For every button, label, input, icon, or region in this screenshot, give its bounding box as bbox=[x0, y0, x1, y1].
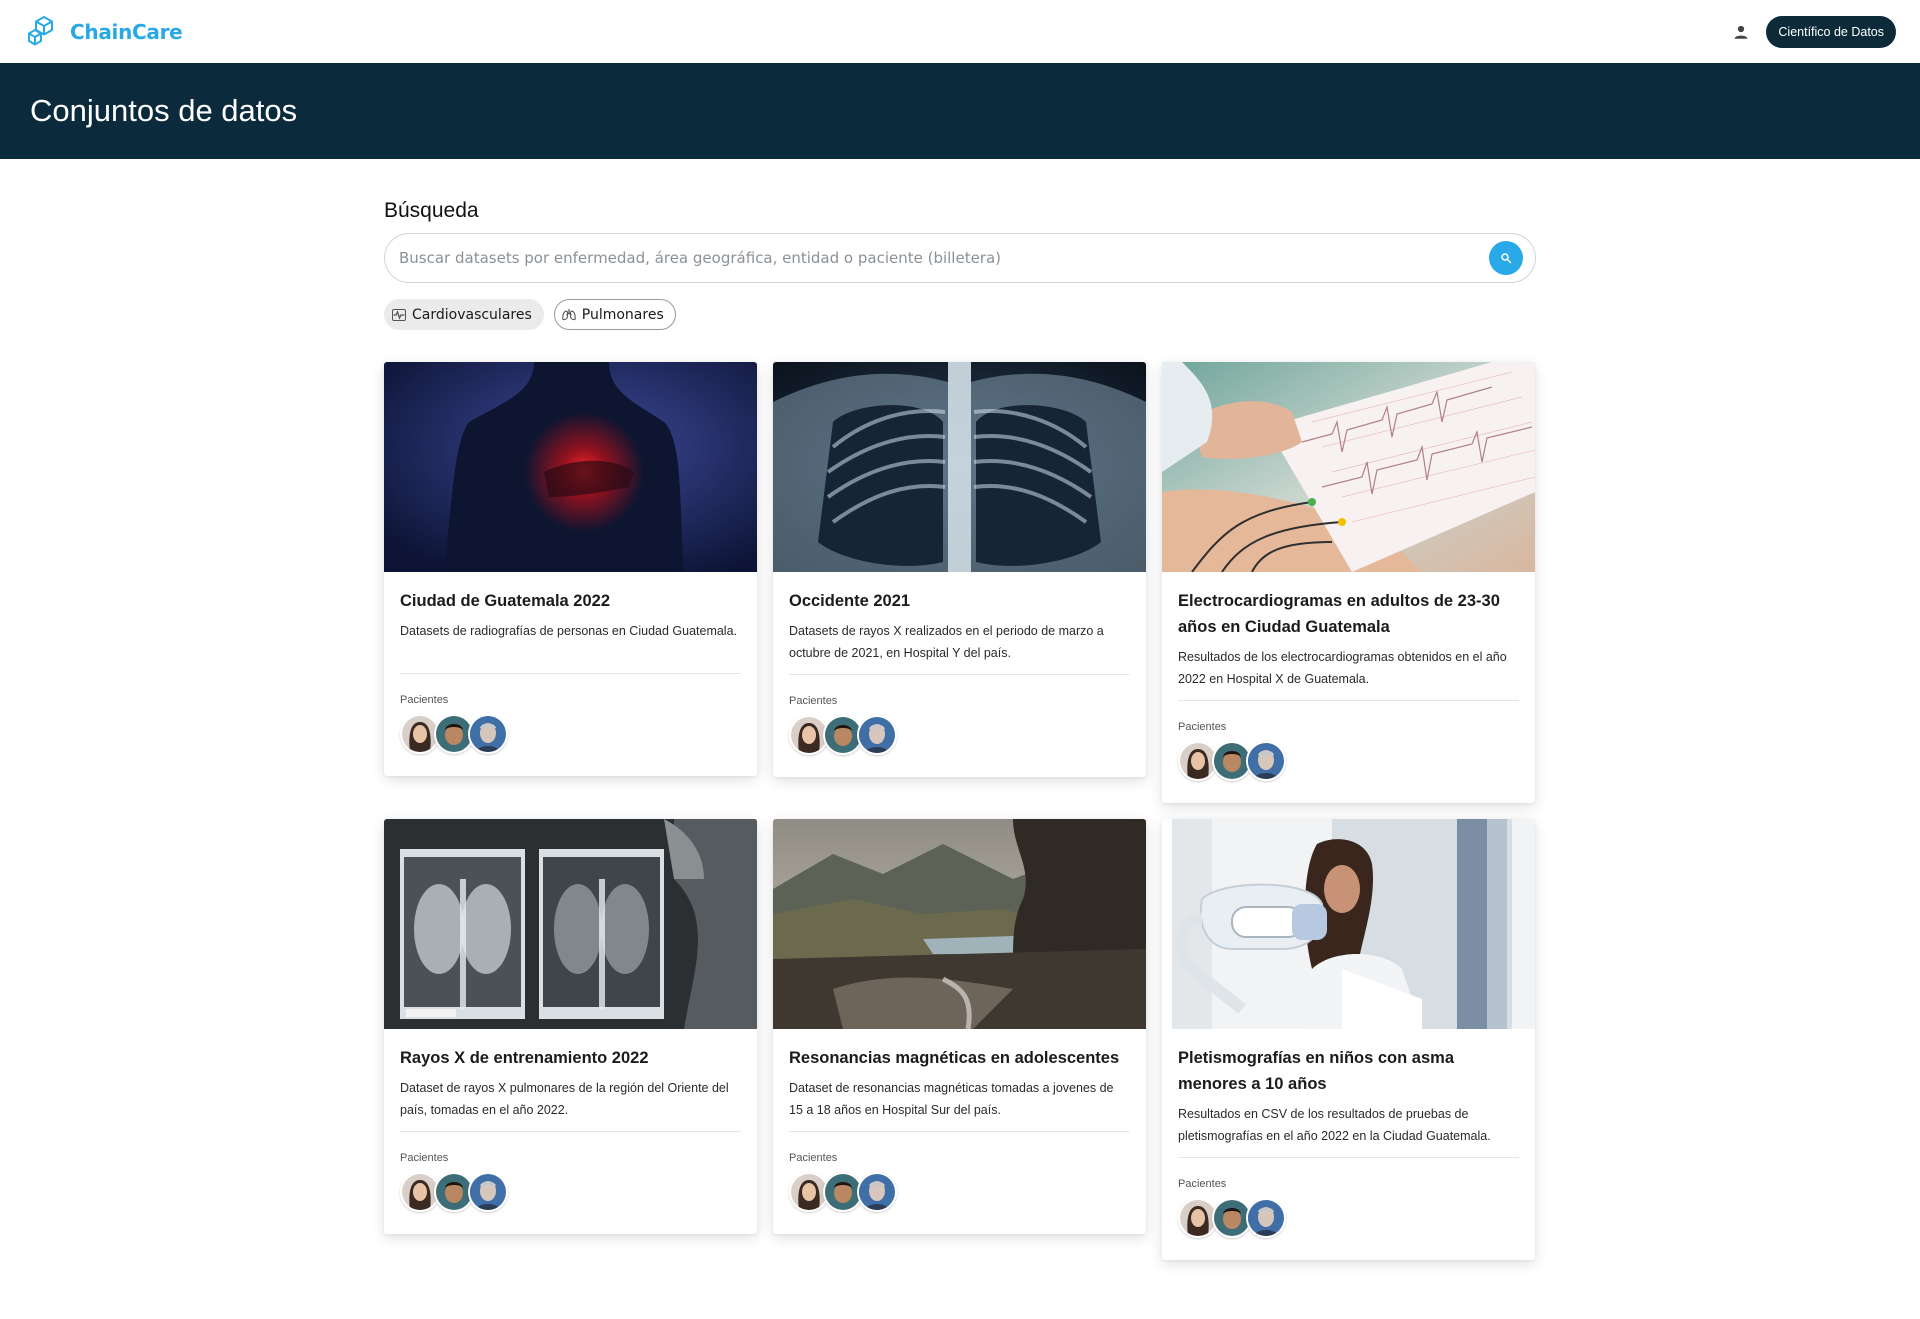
card-title: Rayos X de entrenamiento 2022 bbox=[400, 1049, 649, 1067]
mountain-lake-image bbox=[773, 819, 1146, 1029]
page-header: Conjuntos de datos bbox=[0, 63, 1920, 159]
chip-pulmonares[interactable]: Pulmonares bbox=[553, 299, 676, 330]
role-button[interactable]: Científico de Datos bbox=[1766, 15, 1896, 48]
patient-avatars bbox=[789, 715, 1130, 755]
brand-name: ChainCare bbox=[70, 19, 183, 44]
card-title: Ciudad de Guatemala 2022 bbox=[400, 592, 610, 610]
plethysmography-image bbox=[1162, 819, 1535, 1029]
top-navbar: ChainCare Científico de Datos bbox=[0, 0, 1920, 63]
card-description: Resultados en CSV de los resultados de p… bbox=[1178, 1103, 1519, 1158]
card-description: Dataset de rayos X pulmonares de la regi… bbox=[400, 1077, 741, 1132]
chip-label: Pulmonares bbox=[581, 306, 664, 323]
card-description: Datasets de rayos X realizados en el per… bbox=[789, 620, 1130, 675]
filter-chips: Cardiovasculares Pulmonares bbox=[384, 299, 1536, 330]
patient-avatars bbox=[400, 1172, 741, 1212]
dataset-card[interactable]: Occidente 2021 Datasets de rayos X reali… bbox=[773, 362, 1146, 777]
avatar[interactable] bbox=[857, 1172, 897, 1212]
dataset-card[interactable]: Electrocardiogramas en adultos de 23-30 … bbox=[1162, 362, 1535, 803]
avatar[interactable] bbox=[857, 715, 897, 755]
avatar[interactable] bbox=[1246, 1198, 1286, 1238]
xray-viewer-image bbox=[384, 819, 757, 1029]
card-title: Resonancias magnéticas en adolescentes bbox=[789, 1049, 1120, 1067]
main-content: Búsqueda Cardiovasculares Pulmonares bbox=[384, 159, 1536, 1260]
patient-avatars bbox=[1178, 741, 1519, 781]
brand[interactable]: ChainCare bbox=[24, 14, 183, 50]
patient-avatars bbox=[1178, 1198, 1519, 1238]
dataset-grid: Ciudad de Guatemala 2022 Datasets de rad… bbox=[384, 362, 1536, 1260]
search-input[interactable] bbox=[399, 249, 1489, 267]
search-icon bbox=[1501, 253, 1512, 264]
lungs-icon bbox=[562, 309, 576, 321]
search-button[interactable] bbox=[1489, 241, 1523, 275]
avatar[interactable] bbox=[1246, 741, 1286, 781]
patients-label: Pacientes bbox=[400, 694, 449, 706]
patients-label: Pacientes bbox=[400, 1152, 449, 1164]
card-description: Dataset de resonancias magnéticas tomada… bbox=[789, 1077, 1130, 1132]
avatar[interactable] bbox=[468, 714, 508, 754]
card-description: Datasets de radiografías de personas en … bbox=[400, 620, 741, 674]
patients-label: Pacientes bbox=[1178, 1178, 1227, 1190]
card-title: Electrocardiogramas en adultos de 23-30 … bbox=[1178, 592, 1500, 636]
user-icon[interactable] bbox=[1730, 21, 1752, 43]
chip-label: Cardiovasculares bbox=[412, 306, 532, 323]
search-title: Búsqueda bbox=[384, 199, 479, 222]
card-description: Resultados de los electrocardiogramas ob… bbox=[1178, 646, 1519, 701]
avatar[interactable] bbox=[468, 1172, 508, 1212]
chest-xray-image bbox=[773, 362, 1146, 572]
patients-label: Pacientes bbox=[789, 695, 838, 707]
patient-avatars bbox=[400, 714, 741, 754]
patients-label: Pacientes bbox=[789, 1152, 838, 1164]
page-title: Conjuntos de datos bbox=[30, 93, 298, 128]
dataset-card[interactable]: Rayos X de entrenamiento 2022 Dataset de… bbox=[384, 819, 757, 1234]
chaincare-logo-icon bbox=[28, 15, 53, 45]
card-title: Occidente 2021 bbox=[789, 592, 911, 610]
chip-cardiovasculares[interactable]: Cardiovasculares bbox=[384, 299, 544, 330]
dataset-card[interactable]: Ciudad de Guatemala 2022 Datasets de rad… bbox=[384, 362, 757, 776]
patients-label: Pacientes bbox=[1178, 721, 1227, 733]
chest-pain-image bbox=[384, 362, 757, 572]
card-title: Pletismografías en niños con asma menore… bbox=[1178, 1049, 1455, 1093]
search-bar bbox=[384, 233, 1536, 283]
ecg-image bbox=[1162, 362, 1535, 572]
dataset-card[interactable]: Pletismografías en niños con asma menore… bbox=[1162, 819, 1535, 1260]
patient-avatars bbox=[789, 1172, 1130, 1212]
cardio-icon bbox=[392, 308, 406, 321]
dataset-card[interactable]: Resonancias magnéticas en adolescentes D… bbox=[773, 819, 1146, 1234]
